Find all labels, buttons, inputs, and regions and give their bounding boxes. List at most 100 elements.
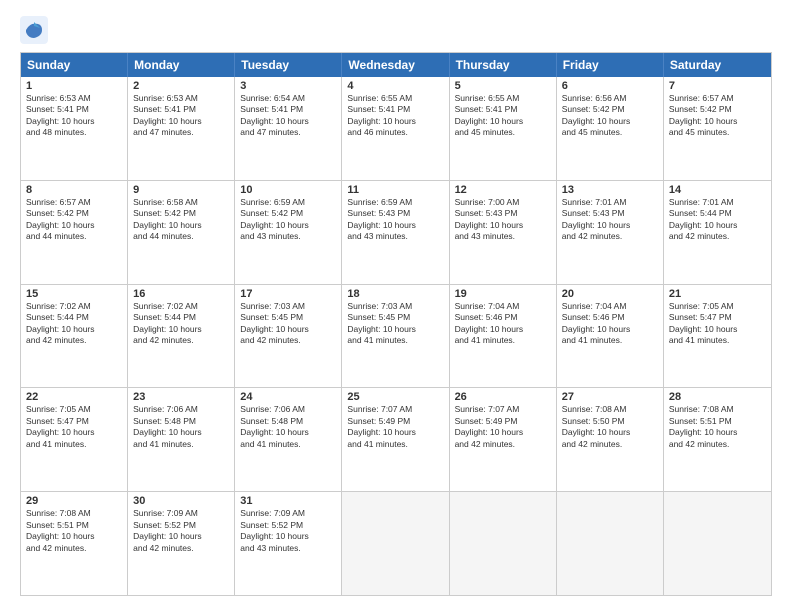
calendar-cell-day-8: 8Sunrise: 6:57 AM Sunset: 5:42 PM Daylig… <box>21 181 128 284</box>
day-number: 21 <box>669 288 766 300</box>
day-number: 9 <box>133 184 229 196</box>
day-number: 18 <box>347 288 443 300</box>
day-info: Sunrise: 7:04 AM Sunset: 5:46 PM Dayligh… <box>455 301 551 347</box>
day-number: 2 <box>133 80 229 92</box>
day-info: Sunrise: 6:53 AM Sunset: 5:41 PM Dayligh… <box>133 93 229 139</box>
day-info: Sunrise: 7:09 AM Sunset: 5:52 PM Dayligh… <box>240 508 336 554</box>
calendar-cell-day-7: 7Sunrise: 6:57 AM Sunset: 5:42 PM Daylig… <box>664 77 771 180</box>
day-number: 16 <box>133 288 229 300</box>
weekday-header-saturday: Saturday <box>664 53 771 77</box>
calendar-cell-day-14: 14Sunrise: 7:01 AM Sunset: 5:44 PM Dayli… <box>664 181 771 284</box>
day-number: 11 <box>347 184 443 196</box>
calendar-cell-empty <box>664 492 771 595</box>
calendar-cell-day-25: 25Sunrise: 7:07 AM Sunset: 5:49 PM Dayli… <box>342 388 449 491</box>
day-info: Sunrise: 7:05 AM Sunset: 5:47 PM Dayligh… <box>26 404 122 450</box>
day-info: Sunrise: 7:03 AM Sunset: 5:45 PM Dayligh… <box>347 301 443 347</box>
day-info: Sunrise: 7:07 AM Sunset: 5:49 PM Dayligh… <box>455 404 551 450</box>
calendar-cell-day-5: 5Sunrise: 6:55 AM Sunset: 5:41 PM Daylig… <box>450 77 557 180</box>
day-info: Sunrise: 6:59 AM Sunset: 5:43 PM Dayligh… <box>347 197 443 243</box>
calendar-row-4: 22Sunrise: 7:05 AM Sunset: 5:47 PM Dayli… <box>21 388 771 492</box>
day-number: 4 <box>347 80 443 92</box>
day-info: Sunrise: 7:01 AM Sunset: 5:44 PM Dayligh… <box>669 197 766 243</box>
calendar-cell-empty <box>450 492 557 595</box>
calendar-cell-day-10: 10Sunrise: 6:59 AM Sunset: 5:42 PM Dayli… <box>235 181 342 284</box>
calendar-row-2: 8Sunrise: 6:57 AM Sunset: 5:42 PM Daylig… <box>21 181 771 285</box>
day-info: Sunrise: 7:02 AM Sunset: 5:44 PM Dayligh… <box>133 301 229 347</box>
logo <box>20 16 50 44</box>
day-number: 28 <box>669 391 766 403</box>
calendar-cell-day-17: 17Sunrise: 7:03 AM Sunset: 5:45 PM Dayli… <box>235 285 342 388</box>
calendar-cell-day-21: 21Sunrise: 7:05 AM Sunset: 5:47 PM Dayli… <box>664 285 771 388</box>
header <box>20 16 772 44</box>
day-info: Sunrise: 7:03 AM Sunset: 5:45 PM Dayligh… <box>240 301 336 347</box>
calendar-cell-day-15: 15Sunrise: 7:02 AM Sunset: 5:44 PM Dayli… <box>21 285 128 388</box>
day-info: Sunrise: 6:53 AM Sunset: 5:41 PM Dayligh… <box>26 93 122 139</box>
day-info: Sunrise: 7:06 AM Sunset: 5:48 PM Dayligh… <box>133 404 229 450</box>
day-info: Sunrise: 7:06 AM Sunset: 5:48 PM Dayligh… <box>240 404 336 450</box>
day-info: Sunrise: 6:57 AM Sunset: 5:42 PM Dayligh… <box>669 93 766 139</box>
day-number: 20 <box>562 288 658 300</box>
day-info: Sunrise: 6:55 AM Sunset: 5:41 PM Dayligh… <box>455 93 551 139</box>
calendar-cell-day-18: 18Sunrise: 7:03 AM Sunset: 5:45 PM Dayli… <box>342 285 449 388</box>
calendar: SundayMondayTuesdayWednesdayThursdayFrid… <box>20 52 772 596</box>
calendar-cell-day-29: 29Sunrise: 7:08 AM Sunset: 5:51 PM Dayli… <box>21 492 128 595</box>
day-number: 10 <box>240 184 336 196</box>
calendar-cell-day-28: 28Sunrise: 7:08 AM Sunset: 5:51 PM Dayli… <box>664 388 771 491</box>
day-info: Sunrise: 7:00 AM Sunset: 5:43 PM Dayligh… <box>455 197 551 243</box>
weekday-header-friday: Friday <box>557 53 664 77</box>
day-number: 15 <box>26 288 122 300</box>
day-number: 6 <box>562 80 658 92</box>
weekday-header-monday: Monday <box>128 53 235 77</box>
day-number: 23 <box>133 391 229 403</box>
day-info: Sunrise: 6:58 AM Sunset: 5:42 PM Dayligh… <box>133 197 229 243</box>
day-info: Sunrise: 7:01 AM Sunset: 5:43 PM Dayligh… <box>562 197 658 243</box>
day-number: 25 <box>347 391 443 403</box>
calendar-header: SundayMondayTuesdayWednesdayThursdayFrid… <box>21 53 771 77</box>
calendar-cell-day-6: 6Sunrise: 6:56 AM Sunset: 5:42 PM Daylig… <box>557 77 664 180</box>
calendar-row-5: 29Sunrise: 7:08 AM Sunset: 5:51 PM Dayli… <box>21 492 771 595</box>
weekday-header-sunday: Sunday <box>21 53 128 77</box>
day-number: 24 <box>240 391 336 403</box>
day-info: Sunrise: 7:05 AM Sunset: 5:47 PM Dayligh… <box>669 301 766 347</box>
day-info: Sunrise: 7:02 AM Sunset: 5:44 PM Dayligh… <box>26 301 122 347</box>
calendar-cell-day-13: 13Sunrise: 7:01 AM Sunset: 5:43 PM Dayli… <box>557 181 664 284</box>
calendar-body: 1Sunrise: 6:53 AM Sunset: 5:41 PM Daylig… <box>21 77 771 595</box>
logo-icon <box>20 16 48 44</box>
day-number: 1 <box>26 80 122 92</box>
day-info: Sunrise: 6:59 AM Sunset: 5:42 PM Dayligh… <box>240 197 336 243</box>
day-number: 5 <box>455 80 551 92</box>
calendar-row-3: 15Sunrise: 7:02 AM Sunset: 5:44 PM Dayli… <box>21 285 771 389</box>
day-number: 19 <box>455 288 551 300</box>
calendar-cell-day-12: 12Sunrise: 7:00 AM Sunset: 5:43 PM Dayli… <box>450 181 557 284</box>
calendar-cell-day-26: 26Sunrise: 7:07 AM Sunset: 5:49 PM Dayli… <box>450 388 557 491</box>
day-info: Sunrise: 7:08 AM Sunset: 5:51 PM Dayligh… <box>26 508 122 554</box>
day-number: 14 <box>669 184 766 196</box>
calendar-cell-day-2: 2Sunrise: 6:53 AM Sunset: 5:41 PM Daylig… <box>128 77 235 180</box>
calendar-cell-day-22: 22Sunrise: 7:05 AM Sunset: 5:47 PM Dayli… <box>21 388 128 491</box>
day-number: 7 <box>669 80 766 92</box>
calendar-cell-empty <box>557 492 664 595</box>
day-number: 12 <box>455 184 551 196</box>
day-info: Sunrise: 7:07 AM Sunset: 5:49 PM Dayligh… <box>347 404 443 450</box>
calendar-cell-day-9: 9Sunrise: 6:58 AM Sunset: 5:42 PM Daylig… <box>128 181 235 284</box>
day-number: 29 <box>26 495 122 507</box>
calendar-cell-day-3: 3Sunrise: 6:54 AM Sunset: 5:41 PM Daylig… <box>235 77 342 180</box>
day-info: Sunrise: 6:55 AM Sunset: 5:41 PM Dayligh… <box>347 93 443 139</box>
day-info: Sunrise: 7:04 AM Sunset: 5:46 PM Dayligh… <box>562 301 658 347</box>
day-number: 31 <box>240 495 336 507</box>
day-number: 13 <box>562 184 658 196</box>
calendar-cell-day-1: 1Sunrise: 6:53 AM Sunset: 5:41 PM Daylig… <box>21 77 128 180</box>
day-number: 3 <box>240 80 336 92</box>
weekday-header-thursday: Thursday <box>450 53 557 77</box>
day-info: Sunrise: 6:57 AM Sunset: 5:42 PM Dayligh… <box>26 197 122 243</box>
day-number: 17 <box>240 288 336 300</box>
day-number: 30 <box>133 495 229 507</box>
day-number: 27 <box>562 391 658 403</box>
calendar-cell-day-19: 19Sunrise: 7:04 AM Sunset: 5:46 PM Dayli… <box>450 285 557 388</box>
day-number: 22 <box>26 391 122 403</box>
calendar-cell-day-11: 11Sunrise: 6:59 AM Sunset: 5:43 PM Dayli… <box>342 181 449 284</box>
calendar-cell-day-20: 20Sunrise: 7:04 AM Sunset: 5:46 PM Dayli… <box>557 285 664 388</box>
day-number: 8 <box>26 184 122 196</box>
calendar-cell-day-4: 4Sunrise: 6:55 AM Sunset: 5:41 PM Daylig… <box>342 77 449 180</box>
day-number: 26 <box>455 391 551 403</box>
